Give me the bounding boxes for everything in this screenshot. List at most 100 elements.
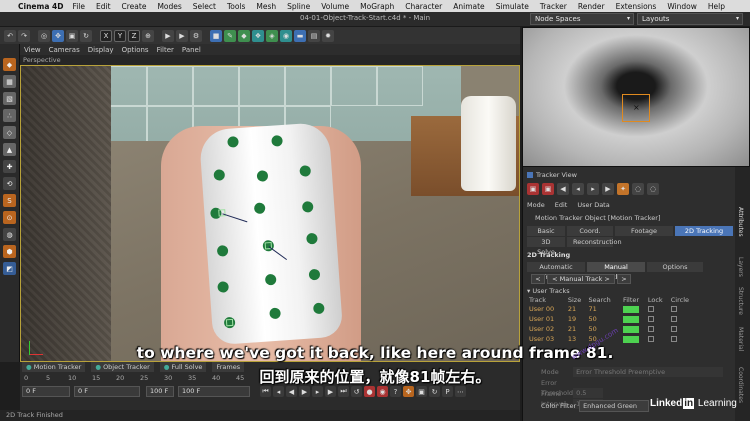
side-tab-layers[interactable]: Layers <box>737 257 744 277</box>
menu-extensions[interactable]: Extensions <box>616 2 657 11</box>
rotate-icon[interactable]: ↻ <box>80 29 92 42</box>
polygons-mode-icon[interactable]: ▲ <box>3 143 16 156</box>
camera-icon[interactable]: ▤ <box>308 29 320 42</box>
snap-icon[interactable]: S <box>3 194 16 207</box>
loop-icon[interactable]: ↺ <box>351 386 362 397</box>
next-button[interactable]: > <box>617 274 631 284</box>
track-tool-icon[interactable]: ▣ <box>542 183 554 195</box>
lock-checkbox[interactable] <box>647 336 654 342</box>
track-size[interactable]: 19 <box>568 314 589 324</box>
menu-edit[interactable]: Edit <box>96 2 111 11</box>
rotation-key-icon[interactable]: ↻ <box>429 386 440 397</box>
attributes-menu-edit[interactable]: Edit <box>555 200 568 210</box>
viewport-menu-panel[interactable]: Panel <box>182 46 201 54</box>
redo-icon[interactable]: ↷ <box>18 29 30 42</box>
menu-file[interactable]: File <box>72 2 85 11</box>
tab-coord[interactable]: Coord. <box>567 226 613 236</box>
y-axis-icon[interactable]: Y <box>114 29 126 42</box>
viewport-menu-cameras[interactable]: Cameras <box>49 46 80 54</box>
max-frame-field[interactable]: 100 F <box>178 386 250 397</box>
keyframe-selection-icon[interactable]: ? <box>390 386 401 397</box>
lock-checkbox[interactable] <box>647 326 654 332</box>
lock-checkbox[interactable] <box>647 316 654 322</box>
model-mode-icon[interactable]: ▦ <box>3 75 16 88</box>
circle-checkbox[interactable] <box>670 336 677 342</box>
filter-color-swatch[interactable] <box>622 335 639 343</box>
subtab-manual[interactable]: Manual Tracking <box>587 262 645 281</box>
scale-icon[interactable]: ▣ <box>66 29 78 42</box>
prev-button[interactable]: < <box>531 274 545 284</box>
viewport-solo-icon[interactable]: ◩ <box>3 262 16 275</box>
tracker-preview[interactable]: × <box>522 27 750 167</box>
menu-character[interactable]: Character <box>405 2 442 11</box>
end-frame-field[interactable]: 100 F <box>146 386 174 397</box>
filter-color-swatch[interactable] <box>622 325 639 333</box>
tweak-mode-icon[interactable]: ⟲ <box>3 177 16 190</box>
coordinate-system-icon[interactable]: ⊕ <box>142 29 154 42</box>
previous-frame-icon[interactable]: ◀ <box>286 386 297 397</box>
menu-spline[interactable]: Spline <box>287 2 310 11</box>
filter-color-swatch[interactable] <box>622 315 639 323</box>
tab-reconstruction[interactable]: Reconstruction <box>567 237 622 247</box>
z-axis-icon[interactable]: Z <box>128 29 140 42</box>
tab-basic[interactable]: Basic <box>527 226 565 236</box>
side-tab-attributes[interactable]: Attributes <box>737 207 744 237</box>
circle-checkbox[interactable] <box>670 326 677 332</box>
record-icon[interactable]: ● <box>364 386 375 397</box>
zoom-icon[interactable]: ◌ <box>632 183 644 195</box>
table-row[interactable]: User 01 19 50 <box>529 314 699 324</box>
workplane-icon[interactable]: ⊙ <box>3 211 16 224</box>
spline-pen-icon[interactable]: ✎ <box>224 29 236 42</box>
menu-render[interactable]: Render <box>578 2 605 11</box>
field-icon[interactable]: ◉ <box>280 29 292 42</box>
next-frame-icon[interactable]: ▸ <box>312 386 323 397</box>
circle-checkbox[interactable] <box>670 306 677 312</box>
tab-3d-solve[interactable]: 3D Solve <box>527 237 565 256</box>
subtab-automatic[interactable]: Automatic Tracking <box>527 262 585 281</box>
start-frame-field[interactable]: 0 F <box>74 386 140 397</box>
parameter-key-icon[interactable]: P <box>442 386 453 397</box>
undo-icon[interactable]: ↶ <box>4 29 16 42</box>
step-forward-icon[interactable]: ▶ <box>602 183 614 195</box>
move-icon[interactable]: ✥ <box>52 29 64 42</box>
next-key-icon[interactable]: ▶ <box>325 386 336 397</box>
lock-checkbox[interactable] <box>647 306 654 312</box>
render-picture-viewer-icon[interactable]: ▶ <box>176 29 188 42</box>
app-menu[interactable]: Cinema 4D <box>18 2 63 11</box>
menu-animate[interactable]: Animate <box>453 2 484 11</box>
menu-tools[interactable]: Tools <box>227 2 245 11</box>
manual-track-button[interactable]: < Manual Track > <box>547 274 615 284</box>
menu-modes[interactable]: Modes <box>157 2 181 11</box>
tab-footage[interactable]: Footage <box>615 226 673 236</box>
attributes-menu-user-data[interactable]: User Data <box>577 200 609 210</box>
texture-mode-icon[interactable]: ▧ <box>3 92 16 105</box>
track-size[interactable]: 21 <box>568 304 589 314</box>
circle-checkbox[interactable] <box>670 316 677 322</box>
attributes-menu-mode[interactable]: Mode <box>527 200 545 210</box>
track-marker[interactable] <box>225 318 234 327</box>
menu-window[interactable]: Window <box>667 2 697 11</box>
track-all-icon[interactable]: ✦ <box>617 183 629 195</box>
current-frame-field[interactable]: 0 F <box>22 386 70 397</box>
menu-simulate[interactable]: Simulate <box>496 2 529 11</box>
perspective-viewport[interactable] <box>20 65 520 362</box>
viewport-menu-filter[interactable]: Filter <box>157 46 174 54</box>
menu-mesh[interactable]: Mesh <box>256 2 276 11</box>
position-key-icon[interactable]: ✥ <box>403 386 414 397</box>
filter-color-swatch[interactable] <box>622 305 639 313</box>
make-editable-icon[interactable]: ◆ <box>3 58 16 71</box>
edges-mode-icon[interactable]: ◇ <box>3 126 16 139</box>
cube-icon[interactable]: ■ <box>210 29 222 42</box>
track-size[interactable]: 21 <box>568 324 589 334</box>
menu-tracker[interactable]: Tracker <box>540 2 567 11</box>
track-forward-icon[interactable]: ▸ <box>587 183 599 195</box>
menu-select[interactable]: Select <box>193 2 216 11</box>
step-back-icon[interactable]: ◀ <box>557 183 569 195</box>
locked-workplane-icon[interactable]: ◍ <box>3 228 16 241</box>
render-settings-icon[interactable]: ⚙ <box>190 29 202 42</box>
live-selection-icon[interactable]: ◎ <box>38 29 50 42</box>
previous-key-icon[interactable]: ◂ <box>273 386 284 397</box>
menu-volume[interactable]: Volume <box>321 2 349 11</box>
options-icon[interactable]: ◌ <box>647 183 659 195</box>
go-to-start-icon[interactable]: ⏮ <box>260 386 271 397</box>
